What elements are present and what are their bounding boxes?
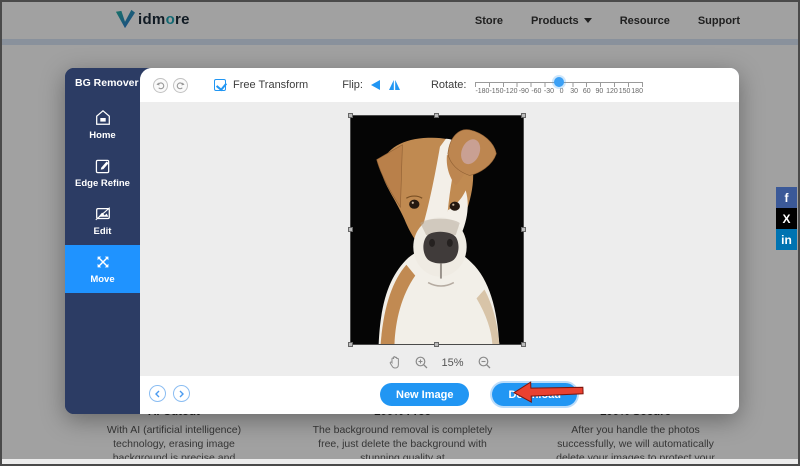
sidebar-item-home[interactable]: Home <box>65 101 140 149</box>
modal-footer: New Image Download <box>140 376 739 414</box>
red-arrow-annotation <box>513 379 586 404</box>
sidebar: BG Remover Home Edge Refine <box>65 68 140 414</box>
sidebar-items: Home Edge Refine Edit <box>65 101 140 293</box>
resize-handle-e[interactable] <box>521 227 526 232</box>
pan-hand-icon[interactable] <box>388 356 400 369</box>
flip-vertical-icon[interactable] <box>388 79 401 91</box>
resize-handle-se[interactable] <box>521 342 526 347</box>
editor-canvas: 15% <box>140 102 739 376</box>
sidebar-item-edge-refine[interactable]: Edge Refine <box>65 149 140 197</box>
facebook-share-button[interactable]: f <box>776 187 797 208</box>
image-selection[interactable] <box>350 115 524 345</box>
rotate-label: Rotate: <box>431 79 466 91</box>
edit-pencil-icon <box>94 157 112 175</box>
resize-handle-n[interactable] <box>434 113 439 118</box>
bg-remover-modal: BG Remover Home Edge Refine <box>65 68 739 414</box>
home-icon <box>94 109 112 127</box>
free-transform-label: Free Transform <box>233 79 308 91</box>
redo-button[interactable] <box>173 78 188 93</box>
pager <box>149 385 190 402</box>
modal-body: Free Transform Flip: Rotate: <box>140 68 739 414</box>
resize-handle-sw[interactable] <box>348 342 353 347</box>
screen: idmore Store Products Resource Support A… <box>0 0 800 466</box>
flip-horizontal-icon[interactable] <box>369 79 382 91</box>
rotate-tick-labels: -180-150-120-90-60-300306090120150180 <box>475 88 643 95</box>
zoom-controls: 15% <box>388 356 490 369</box>
resize-handle-s[interactable] <box>434 342 439 347</box>
x-share-button[interactable]: X <box>776 208 797 229</box>
toolbar: Free Transform Flip: Rotate: <box>140 68 739 102</box>
undo-button[interactable] <box>153 78 168 93</box>
zoom-level: 15% <box>441 357 463 369</box>
new-image-button[interactable]: New Image <box>380 383 469 406</box>
zoom-out-icon[interactable] <box>478 356 491 369</box>
chevron-right-icon <box>178 390 185 398</box>
flip-label: Flip: <box>342 79 363 91</box>
resize-handle-ne[interactable] <box>521 113 526 118</box>
zoom-in-icon[interactable] <box>414 356 427 369</box>
free-transform-checkbox[interactable] <box>214 79 226 91</box>
sidebar-title: BG Remover <box>65 68 140 89</box>
linkedin-share-button[interactable]: in <box>776 229 797 250</box>
page-bottom-edge <box>2 459 798 464</box>
resize-handle-nw[interactable] <box>348 113 353 118</box>
undo-icon <box>156 81 165 90</box>
flip-icons <box>369 79 401 91</box>
next-image-button[interactable] <box>173 385 190 402</box>
sidebar-item-move[interactable]: Move <box>65 245 140 293</box>
redo-icon <box>176 81 185 90</box>
chevron-left-icon <box>154 390 161 398</box>
resize-handle-w[interactable] <box>348 227 353 232</box>
rotate-slider-handle[interactable] <box>554 77 564 87</box>
dog-image <box>351 116 523 344</box>
crop-photo-icon <box>94 205 112 223</box>
previous-image-button[interactable] <box>149 385 166 402</box>
rotate-slider[interactable]: -180-150-120-90-60-300306090120150180 <box>475 82 643 95</box>
social-share-rail: f X in <box>776 187 797 250</box>
sidebar-item-edit[interactable]: Edit <box>65 197 140 245</box>
move-arrows-icon <box>94 253 112 271</box>
